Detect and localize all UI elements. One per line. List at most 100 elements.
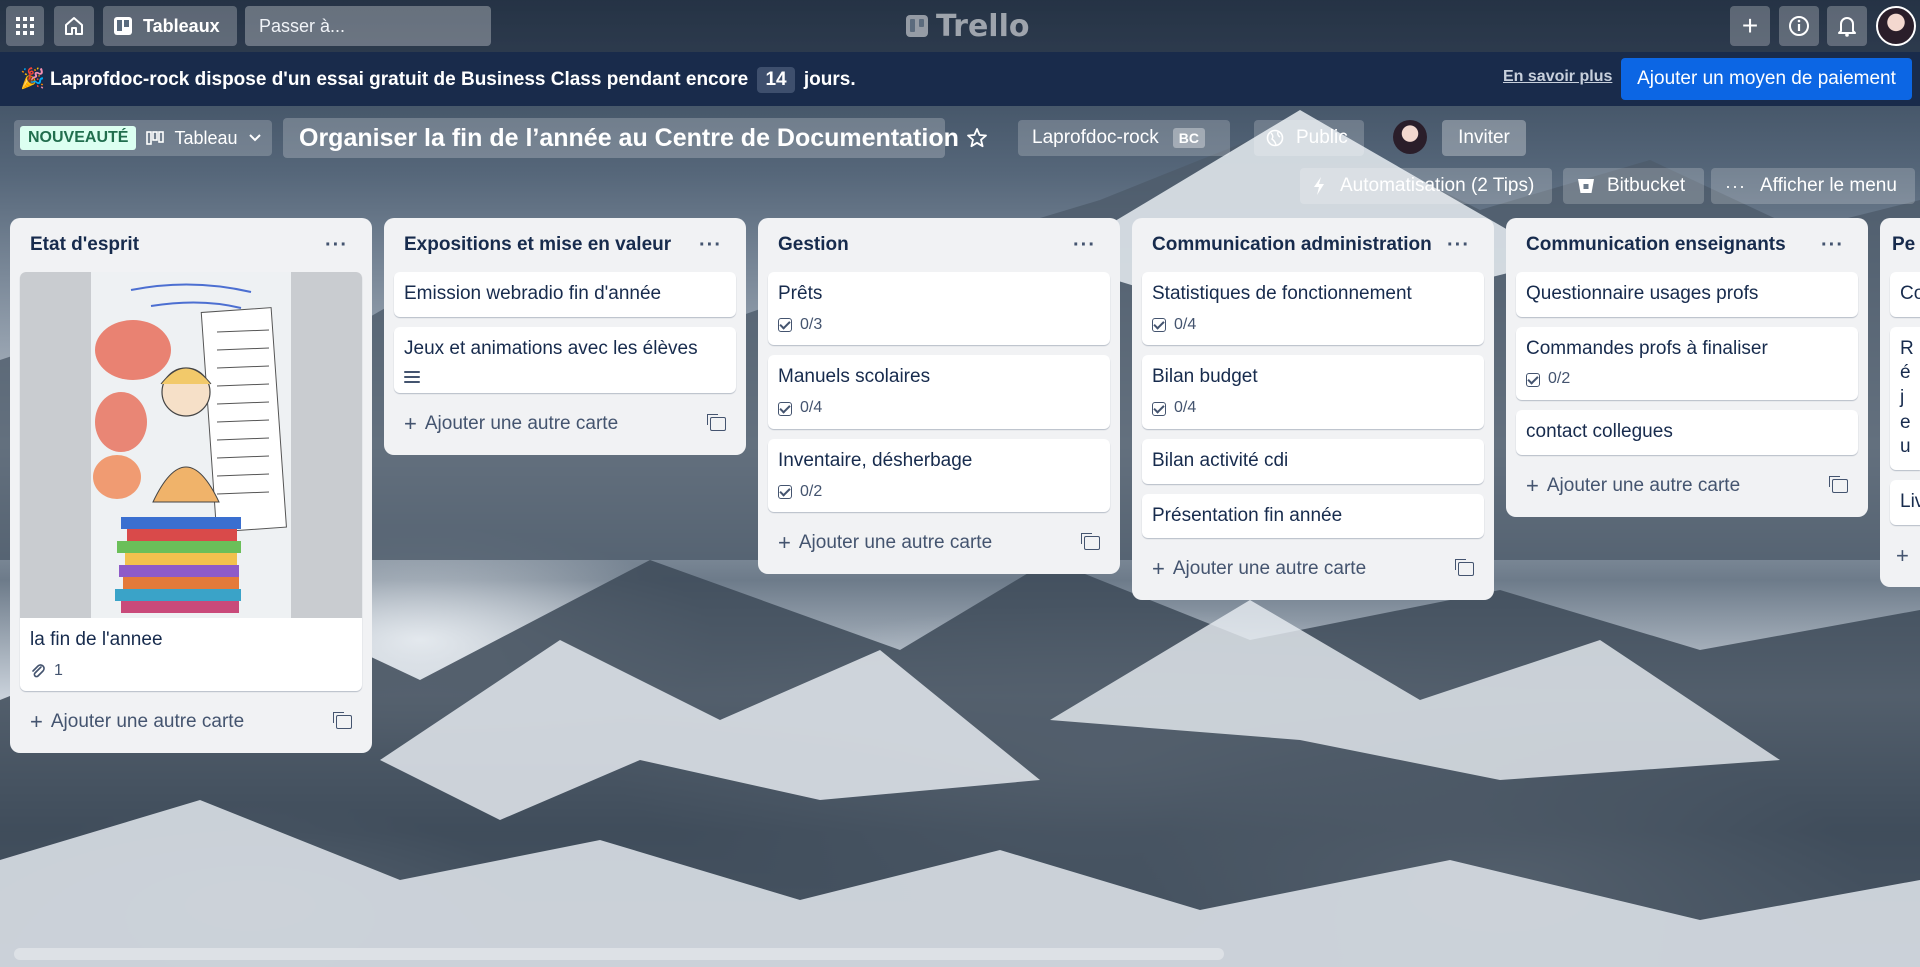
card-template-icon[interactable] — [1455, 559, 1474, 577]
card-contact-collegues[interactable]: contact collegues — [1516, 410, 1858, 455]
boards-button[interactable]: Tableaux — [103, 6, 237, 46]
notifications-button[interactable] — [1827, 6, 1867, 46]
list-menu-icon[interactable]: ··· — [1069, 234, 1100, 257]
checklist-count: 0/4 — [1174, 399, 1197, 417]
card-title: Liv — [1900, 491, 1920, 513]
card-presentation-fin-annee[interactable]: Présentation fin année — [1142, 493, 1484, 539]
card-title: Présentation fin année — [1152, 504, 1343, 526]
add-card-button[interactable]: + Ajouter une autre carte — [30, 709, 244, 735]
top-navigation-bar: Tableaux Trello + — [0, 0, 1920, 52]
information-button[interactable] — [1779, 6, 1819, 46]
list-header[interactable]: Expositions et mise en valeur ··· — [394, 218, 736, 272]
trello-logo[interactable]: Trello — [906, 6, 1030, 46]
card-jeux-animations[interactable]: Jeux et animations avec les élèves — [394, 326, 736, 394]
add-card-row: + Ajouter une autre carte — [20, 701, 362, 743]
card-cover — [20, 272, 362, 618]
list-menu-icon[interactable]: ··· — [1817, 234, 1848, 257]
card-template-icon[interactable] — [1081, 533, 1100, 551]
checklist-icon — [778, 401, 792, 416]
bitbucket-button[interactable]: Bitbucket — [1563, 168, 1704, 204]
card-questionnaire[interactable]: Questionnaire usages profs — [1516, 272, 1858, 317]
party-icon: 🎉 — [20, 68, 45, 90]
list-header[interactable]: Gestion ··· — [768, 218, 1110, 272]
show-menu-button[interactable]: ··· Afficher le menu — [1711, 168, 1915, 204]
boards-label: Tableaux — [143, 15, 220, 36]
bitbucket-icon — [1578, 179, 1594, 193]
view-switcher[interactable]: NOUVEAUTÉ Tableau — [14, 120, 272, 156]
card-template-icon[interactable] — [333, 712, 352, 730]
board-title[interactable]: Organiser la fin de l’année au Centre de… — [283, 118, 959, 158]
checklist-count: 0/4 — [800, 399, 823, 417]
card-la-fin-de-lannee[interactable]: la fin de l'annee 1 — [20, 272, 362, 692]
card-partial[interactable]: Co — [1890, 272, 1920, 317]
workspace-button[interactable]: Laprofdoc-rock BC — [1018, 120, 1230, 156]
list-title[interactable]: Gestion — [778, 234, 849, 256]
description-icon — [404, 371, 420, 384]
learn-more-link[interactable]: En savoir plus — [1503, 68, 1612, 86]
list-title[interactable]: Communication administration — [1152, 234, 1432, 256]
list-etat-esprit: Etat d'esprit ··· la fin de l'annee 1 + … — [10, 218, 372, 754]
add-card-button[interactable]: + Ajouter une autre carte — [404, 411, 618, 437]
list-title[interactable]: Etat d'esprit — [30, 234, 139, 256]
automation-button[interactable]: Automatisation (2 Tips) — [1300, 168, 1552, 204]
list-menu-icon[interactable]: ··· — [1443, 234, 1474, 257]
list-menu-icon[interactable]: ··· — [695, 234, 726, 257]
add-card-button[interactable]: + Ajouter une autre carte — [1526, 473, 1740, 499]
card-title: Bilan budget — [1152, 366, 1258, 388]
card-template-icon[interactable] — [1829, 475, 1848, 493]
checklist-badge: 0/4 — [778, 398, 1100, 419]
card-title: Commandes profs à finaliser — [1526, 337, 1768, 359]
add-payment-button[interactable]: Ajouter un moyen de paiement — [1621, 58, 1912, 100]
attachment-count: 1 — [54, 661, 63, 679]
checklist-icon — [1152, 318, 1166, 333]
horizontal-scrollbar[interactable] — [14, 948, 1224, 960]
user-avatar[interactable] — [1876, 6, 1916, 46]
board-view-icon — [146, 131, 165, 145]
add-card-button[interactable]: + Ajouter une autre carte — [1152, 556, 1366, 582]
board-member-avatar[interactable] — [1393, 120, 1427, 154]
trello-logo-icon — [906, 15, 928, 37]
card-prets[interactable]: Prêts 0/3 — [768, 272, 1110, 346]
list-header[interactable]: Communication enseignants ··· — [1516, 218, 1858, 272]
card-bilan-budget[interactable]: Bilan budget 0/4 — [1142, 355, 1484, 429]
list-title[interactable]: Expositions et mise en valeur — [404, 234, 671, 256]
card-title: la fin de l'annee — [30, 629, 163, 650]
card-badges: 1 — [30, 661, 352, 682]
checklist-icon — [1526, 372, 1540, 387]
create-button[interactable]: + — [1730, 6, 1770, 46]
invite-button[interactable]: Inviter — [1442, 120, 1526, 156]
checklist-icon — [778, 318, 792, 333]
card-title: Inventaire, désherbage — [778, 449, 973, 471]
list-title[interactable]: Pe — [1892, 234, 1915, 256]
info-icon — [1789, 16, 1809, 36]
home-button[interactable] — [54, 6, 94, 46]
card-title: contact collegues — [1526, 421, 1673, 443]
list-header[interactable]: Etat d'esprit ··· — [20, 218, 362, 272]
board-icon — [114, 17, 132, 35]
app-switcher-button[interactable] — [6, 6, 44, 46]
star-board-button[interactable] — [958, 120, 996, 156]
list-header[interactable]: Communication administration ··· — [1142, 218, 1484, 272]
card-partial[interactable]: Ré jeu — [1890, 326, 1920, 471]
chevron-down-icon — [248, 134, 261, 142]
add-card-button[interactable]: + Ajouter une autre carte — [778, 530, 992, 556]
plus-icon[interactable]: + — [1896, 543, 1909, 569]
show-menu-label: Afficher le menu — [1759, 175, 1897, 196]
card-template-icon[interactable] — [707, 414, 726, 432]
card-commandes-profs[interactable]: Commandes profs à finaliser 0/2 — [1516, 326, 1858, 401]
card-statistiques[interactable]: Statistiques de fonctionnement 0/4 — [1142, 272, 1484, 346]
list-menu-icon[interactable]: ··· — [321, 234, 352, 257]
checklist-icon — [1152, 401, 1166, 416]
add-card-label: Ajouter une autre carte — [1546, 474, 1741, 496]
logo-text: Trello — [936, 8, 1030, 44]
card-inventaire[interactable]: Inventaire, désherbage 0/2 — [768, 438, 1110, 513]
card-emission-webradio[interactable]: Emission webradio fin d'année — [394, 272, 736, 317]
search-box[interactable] — [245, 6, 493, 46]
card-bilan-activite[interactable]: Bilan activité cdi — [1142, 438, 1484, 484]
visibility-button[interactable]: Public — [1254, 120, 1364, 156]
list-header[interactable]: Pe — [1890, 218, 1920, 272]
card-partial[interactable]: Liv — [1890, 480, 1920, 525]
card-manuels-scolaires[interactable]: Manuels scolaires 0/4 — [768, 355, 1110, 429]
list-title[interactable]: Communication enseignants — [1526, 234, 1786, 256]
search-input[interactable] — [257, 14, 493, 38]
